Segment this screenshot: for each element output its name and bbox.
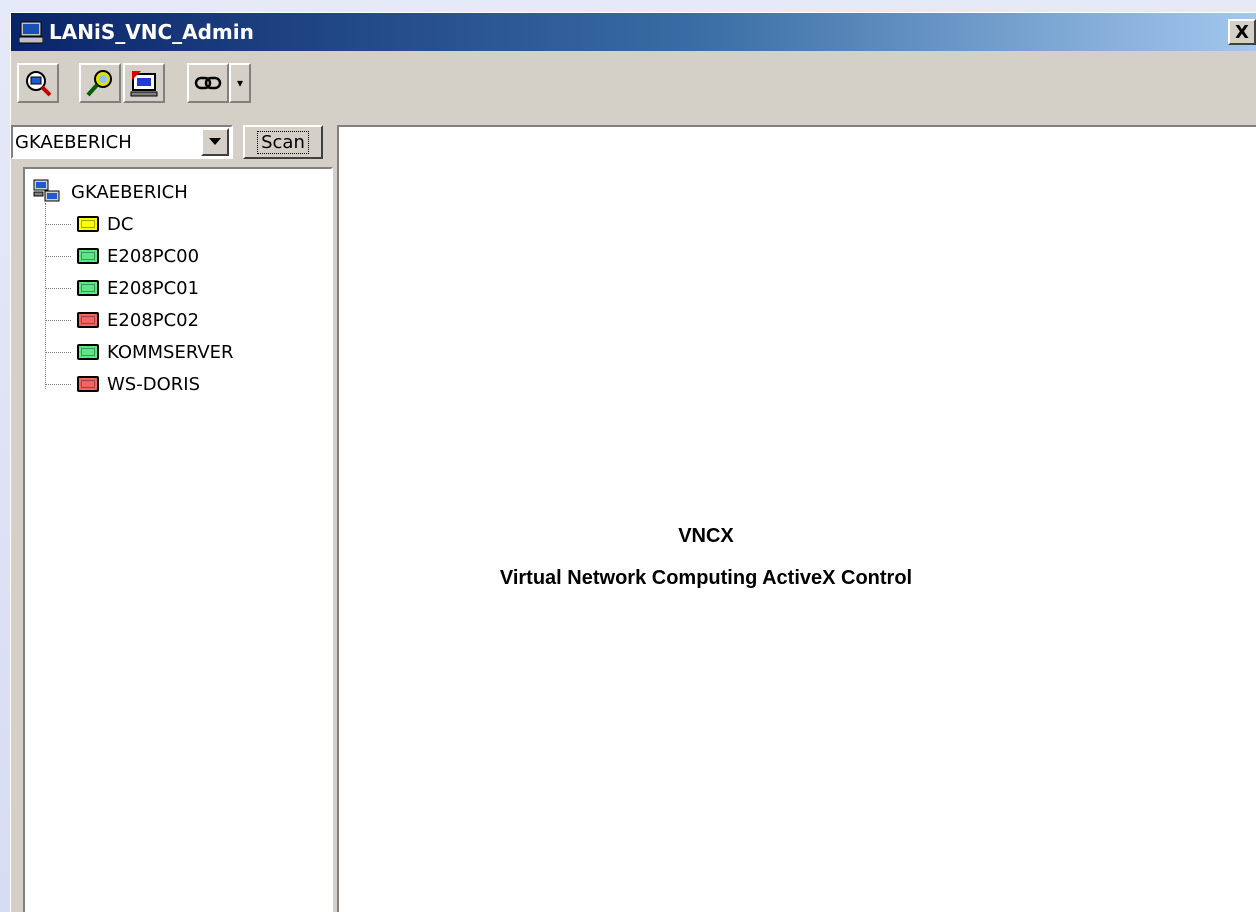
tree-item-label: E208PC01 (107, 277, 200, 299)
title-bar[interactable]: LANiS_VNC_Admin X (11, 13, 1256, 51)
tree-connector (45, 223, 71, 225)
tree-root[interactable]: GKAEBERICH (33, 177, 188, 207)
find-icon (86, 70, 112, 97)
toolbar: ▾ (11, 55, 1256, 117)
tree-connector (45, 383, 71, 385)
tree-item-label: E208PC00 (107, 245, 200, 267)
computer-status-icon (77, 376, 99, 392)
viewer-subtitle: Virtual Network Computing ActiveX Contro… (499, 567, 913, 589)
remote-screen-icon (130, 71, 158, 97)
chevron-down-icon: ▾ (236, 76, 244, 90)
tree-root-label: GKAEBERICH (71, 181, 188, 203)
tree-item-label: KOMMSERVER (107, 341, 234, 363)
search-computer-icon (26, 71, 52, 97)
computer-icon (17, 18, 45, 46)
tree-connector (45, 319, 71, 321)
tree-item[interactable]: E208PC00 (45, 241, 199, 271)
tree-item[interactable]: KOMMSERVER (45, 337, 234, 367)
app-window: LANiS_VNC_Admin X ▾ GKAEBERICH Scan GKAE… (10, 12, 1256, 912)
computer-status-icon (77, 216, 99, 232)
tree-connector (45, 351, 71, 353)
domain-select[interactable]: GKAEBERICH (11, 125, 233, 159)
find-button[interactable] (79, 63, 121, 103)
computer-status-icon (77, 280, 99, 296)
link-dropdown-button[interactable]: ▾ (229, 63, 251, 103)
search-computer-button[interactable] (17, 63, 59, 103)
close-icon: X (1235, 21, 1249, 43)
tree-item-label: E208PC02 (107, 309, 200, 331)
scan-button[interactable]: Scan (243, 125, 323, 159)
tree-item-label: DC (107, 213, 134, 235)
chevron-down-icon[interactable] (201, 128, 229, 156)
close-button[interactable]: X (1228, 19, 1256, 45)
computer-status-icon (77, 248, 99, 264)
viewer-title: VNCX (678, 525, 734, 547)
computer-status-icon (77, 344, 99, 360)
tree-item[interactable]: DC (45, 209, 133, 239)
window-title: LANiS_VNC_Admin (49, 20, 254, 44)
tree-item[interactable]: WS-DORIS (45, 369, 200, 399)
computer-status-icon (77, 312, 99, 328)
tree-connector (45, 287, 71, 289)
link-icon (194, 76, 222, 90)
tree-item[interactable]: E208PC01 (45, 273, 199, 303)
link-button[interactable] (187, 63, 229, 103)
network-icon (33, 179, 60, 202)
tree-item-label: WS-DORIS (107, 373, 200, 395)
tree-connector (45, 255, 71, 257)
vnc-viewer-panel[interactable]: VNCX Virtual Network Computing ActiveX C… (337, 125, 1256, 912)
scan-button-label: Scan (257, 130, 309, 154)
tree-item[interactable]: E208PC02 (45, 305, 199, 335)
remote-screen-button[interactable] (123, 63, 165, 103)
domain-select-value: GKAEBERICH (15, 131, 132, 153)
